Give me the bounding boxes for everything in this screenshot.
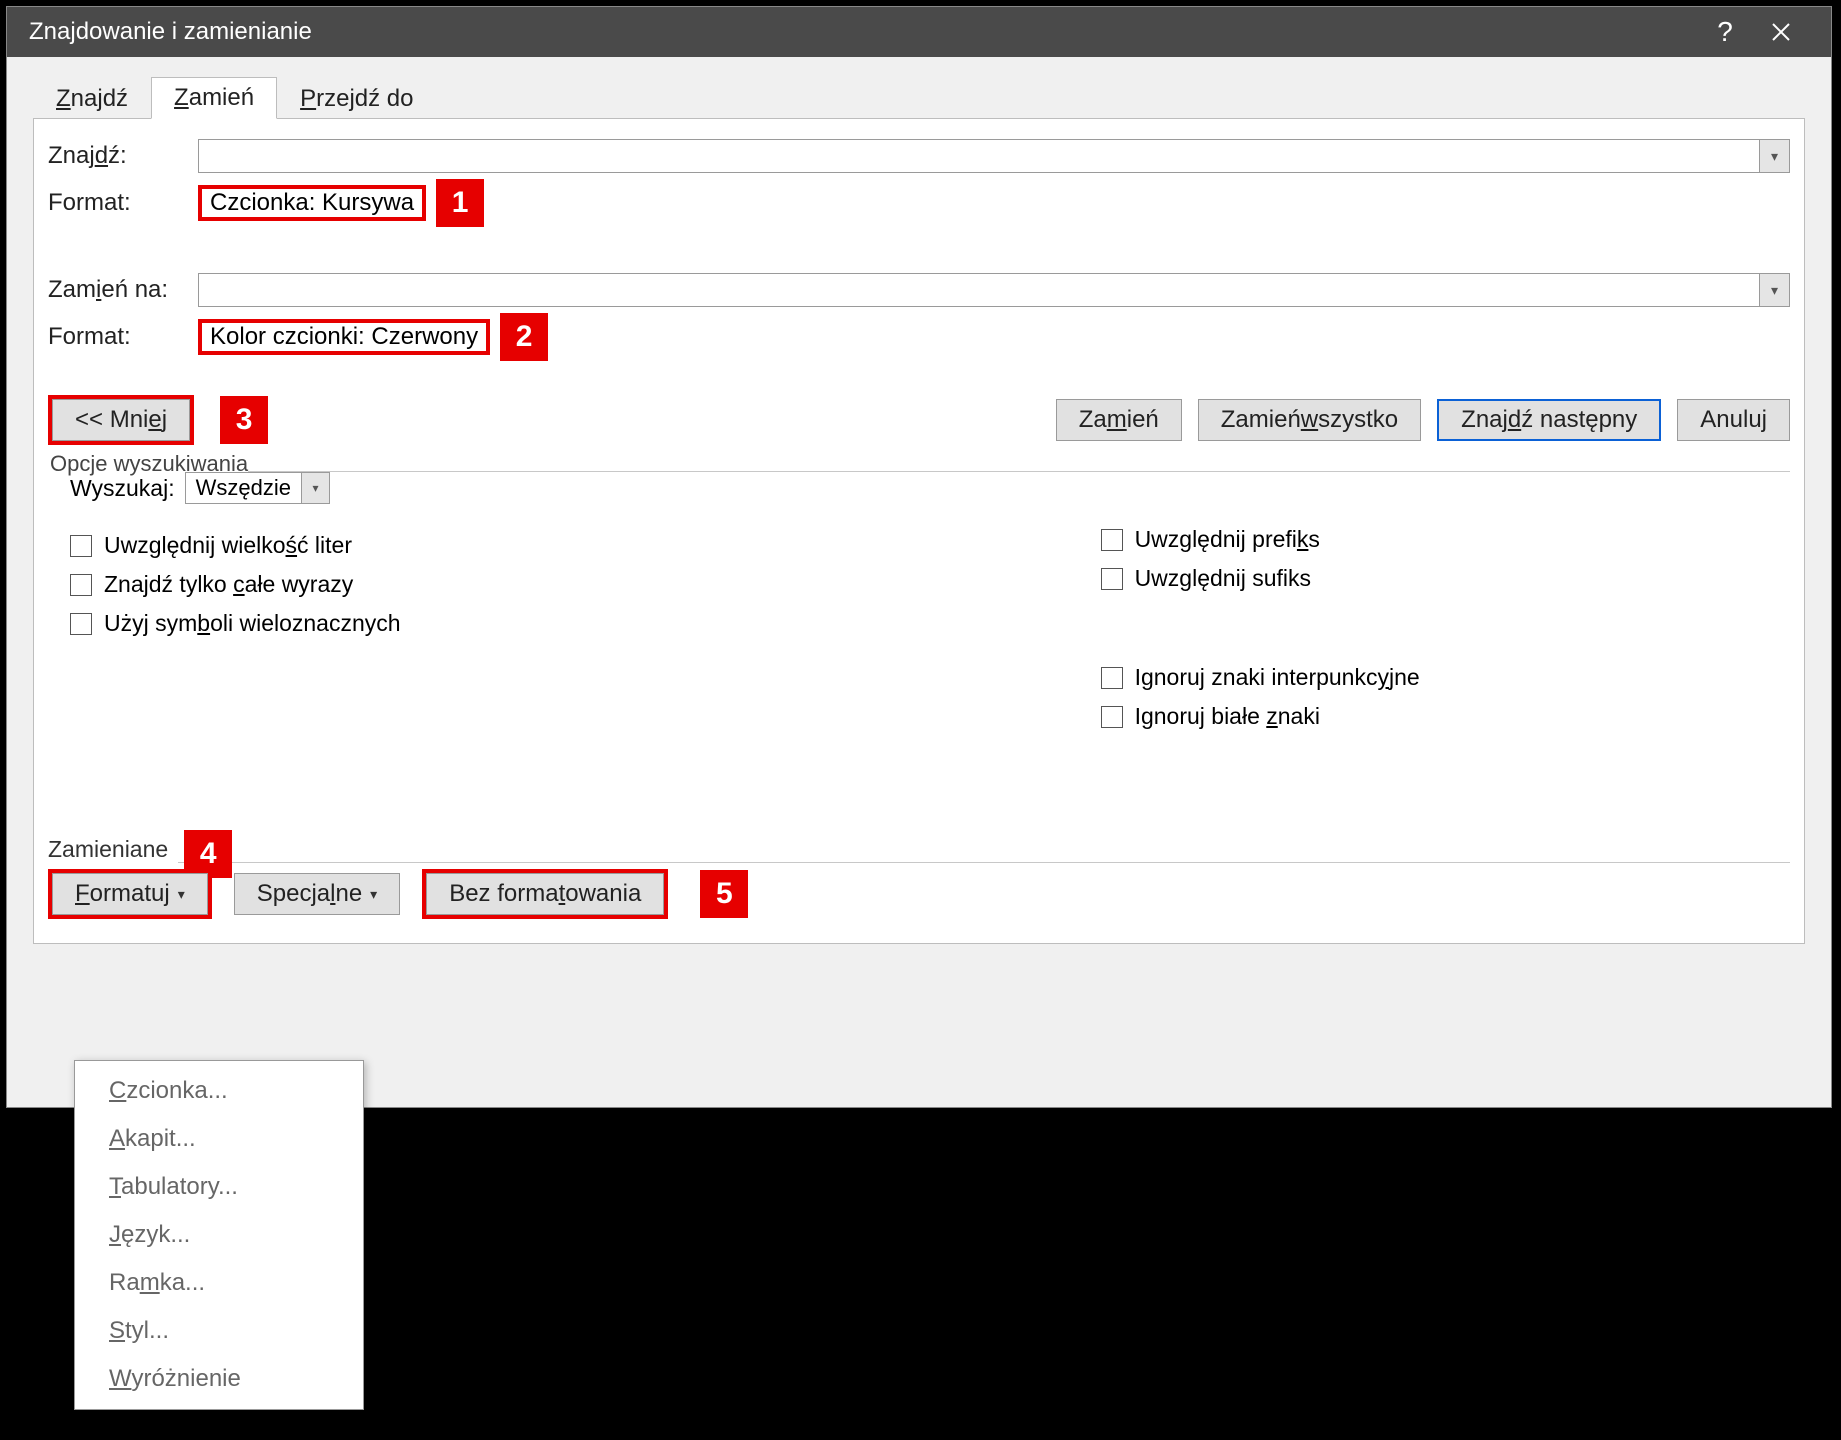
replace-history-dropdown[interactable]: ▾ [1759,274,1789,306]
search-direction-label: Wyszukaj: [70,475,175,502]
ignore-punct-checkbox[interactable]: Ignoruj znaki interpunkcyjne [1101,664,1420,691]
cancel-button[interactable]: Anuluj [1677,399,1790,441]
suffix-checkbox[interactable]: Uwzględnij sufiks [1101,565,1420,592]
menu-font[interactable]: Czcionka... [75,1067,363,1115]
replace-all-button[interactable]: Zamień wszystko [1198,399,1421,441]
special-button[interactable]: Specjalne▾ [234,873,400,915]
replace-panel: Znajdź: ▾ Format: Czcionka: Kursywa 1 Za… [33,119,1805,944]
tab-replace[interactable]: Zamień [151,77,277,119]
prefix-checkbox[interactable]: Uwzględnij prefiks [1101,526,1420,553]
find-format-value: Czcionka: Kursywa [202,187,422,218]
callout-5: 5 [700,870,748,918]
wildcards-checkbox[interactable]: Użyj symboli wieloznacznych [70,610,401,637]
replace-label: Zamień na: [48,276,198,304]
menu-language[interactable]: Język... [75,1211,363,1259]
replace-format-label: Format: [48,323,198,351]
titlebar: Znajdowanie i zamienianie ? [7,7,1831,57]
tabs: Znajdź Zamień Przejdź do [33,75,1805,119]
find-history-dropdown[interactable]: ▾ [1759,140,1789,172]
dialog-content: Znajdź Zamień Przejdź do Znajdź: ▾ Forma… [7,57,1831,1107]
replace-input-combo[interactable]: ▾ [198,273,1790,307]
close-button[interactable] [1753,7,1809,57]
find-replace-dialog: Znajdowanie i zamienianie ? Znajdź Zamie… [6,6,1832,1108]
find-format-label: Format: [48,189,198,217]
format-dropdown-menu: Czcionka... Akapit... Tabulatory... Języ… [74,1060,364,1410]
find-label: Znajdź: [48,142,198,170]
find-next-button[interactable]: Znajdź następny [1437,399,1661,441]
search-direction-dropdown[interactable]: ▾ [301,473,329,503]
menu-paragraph[interactable]: Akapit... [75,1115,363,1163]
menu-frame[interactable]: Ramka... [75,1259,363,1307]
ignore-ws-checkbox[interactable]: Ignoruj białe znaki [1101,703,1420,730]
tab-goto[interactable]: Przejdź do [277,78,436,119]
format-button[interactable]: Formatuj▾ [52,873,208,915]
help-button[interactable]: ? [1697,7,1753,57]
replace-format-value: Kolor czcionki: Czerwony [202,321,486,352]
menu-tabs[interactable]: Tabulatory... [75,1163,363,1211]
dialog-title: Znajdowanie i zamienianie [29,18,1697,46]
replace-input[interactable] [199,274,1759,306]
whole-words-checkbox[interactable]: Znajdź tylko całe wyrazy [70,571,401,598]
match-case-checkbox[interactable]: Uwzględnij wielkość liter [70,532,401,559]
replace-button[interactable]: Zamień [1056,399,1182,441]
callout-2: 2 [500,313,548,361]
find-input[interactable] [199,140,1759,172]
no-formatting-button[interactable]: Bez formatowania [426,873,664,915]
menu-style[interactable]: Styl... [75,1307,363,1355]
menu-highlight[interactable]: Wyróżnienie [75,1355,363,1403]
callout-3: 3 [220,396,268,444]
less-button[interactable]: << Mniej [52,399,190,441]
search-direction-value: Wszędzie [186,473,301,503]
replace-format-group: Zamieniane [48,836,168,863]
find-input-combo[interactable]: ▾ [198,139,1790,173]
tab-find[interactable]: Znajdź [33,78,151,119]
search-options-group: Opcje wyszukiwania [48,451,1790,477]
callout-1: 1 [436,179,484,227]
